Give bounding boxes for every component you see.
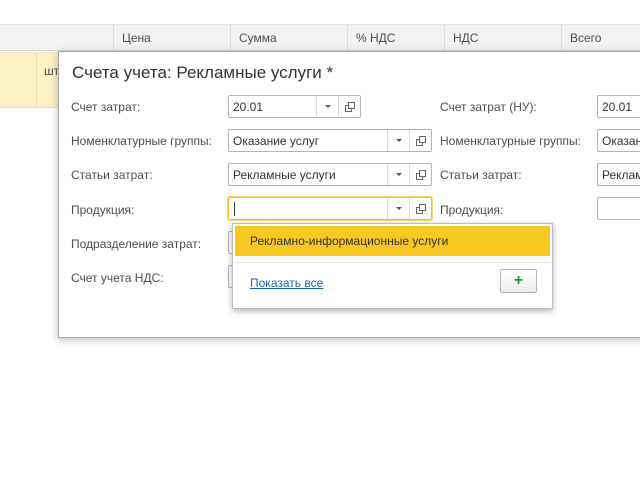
text-caret <box>234 202 235 216</box>
nomenclature-groups-nu-field[interactable]: Оказан <box>597 129 640 152</box>
column-header-price[interactable]: Цена <box>113 25 230 51</box>
nomenclature-groups-value: Оказание услуг <box>233 134 320 148</box>
column-header-vat-rate[interactable]: % НДС <box>347 25 444 51</box>
open-icon[interactable] <box>409 130 431 151</box>
cost-account-field[interactable]: 20.01 <box>228 95 361 118</box>
cost-items-label: Статьи затрат: <box>71 168 153 182</box>
column-header-sum[interactable]: Сумма <box>230 25 347 51</box>
column-header-total[interactable]: Всего <box>561 25 640 51</box>
products-field[interactable] <box>228 197 432 220</box>
chevron-down-icon[interactable] <box>387 198 409 219</box>
dropdown-item[interactable]: Рекламно-информационные услуги <box>235 226 550 256</box>
table-header: Цена Сумма % НДС НДС Всего <box>0 24 640 51</box>
cost-items-field[interactable]: Рекламные услуги <box>228 163 432 186</box>
cost-account-nu-value: 20.01 <box>602 100 633 114</box>
plus-icon: + <box>513 272 524 289</box>
chevron-down-icon[interactable] <box>387 130 409 151</box>
chevron-down-icon[interactable] <box>316 96 338 117</box>
products-dropdown: Рекламно-информационные услуги Показать … <box>232 223 553 309</box>
cost-account-nu-field[interactable]: 20.01 <box>597 95 640 118</box>
cost-account-label: Счет затрат: <box>71 100 141 114</box>
dialog-title: Счета учета: Рекламные услуги * <box>72 63 334 82</box>
open-icon[interactable] <box>338 96 360 117</box>
cost-items-nu-label: Статьи затрат: <box>440 168 522 182</box>
products-nu-label: Продукция: <box>440 203 504 217</box>
add-button[interactable]: + <box>500 269 537 293</box>
nomenclature-groups-nu-value: Оказан <box>602 134 640 148</box>
open-icon[interactable] <box>409 164 431 185</box>
cost-account-value: 20.01 <box>233 100 264 114</box>
cost-account-nu-label: Счет затрат (НУ): <box>440 100 537 114</box>
nomenclature-groups-field[interactable]: Оказание услуг <box>228 129 432 152</box>
products-nu-field[interactable] <box>597 197 640 220</box>
column-header-vat[interactable]: НДС <box>444 25 561 51</box>
nomenclature-groups-label: Номенклатурные группы: <box>71 134 212 148</box>
divider <box>235 262 550 263</box>
nomenclature-groups-nu-label: Номенклатурные группы: <box>440 134 581 148</box>
show-all-link[interactable]: Показать все <box>250 276 323 290</box>
cost-items-nu-value: Реклам <box>602 168 640 182</box>
cost-items-nu-field[interactable]: Реклам <box>597 163 640 186</box>
dropdown-item-label: Рекламно-информационные услуги <box>250 234 449 248</box>
unit-cell: шт <box>44 64 60 78</box>
cost-division-label: Подразделение затрат: <box>71 237 202 251</box>
cost-items-value: Рекламные услуги <box>233 168 336 182</box>
vat-account-label: Счет учета НДС: <box>71 271 164 285</box>
products-label: Продукция: <box>71 203 135 217</box>
chevron-down-icon[interactable] <box>387 164 409 185</box>
open-icon[interactable] <box>409 198 431 219</box>
column-divider <box>36 52 37 108</box>
